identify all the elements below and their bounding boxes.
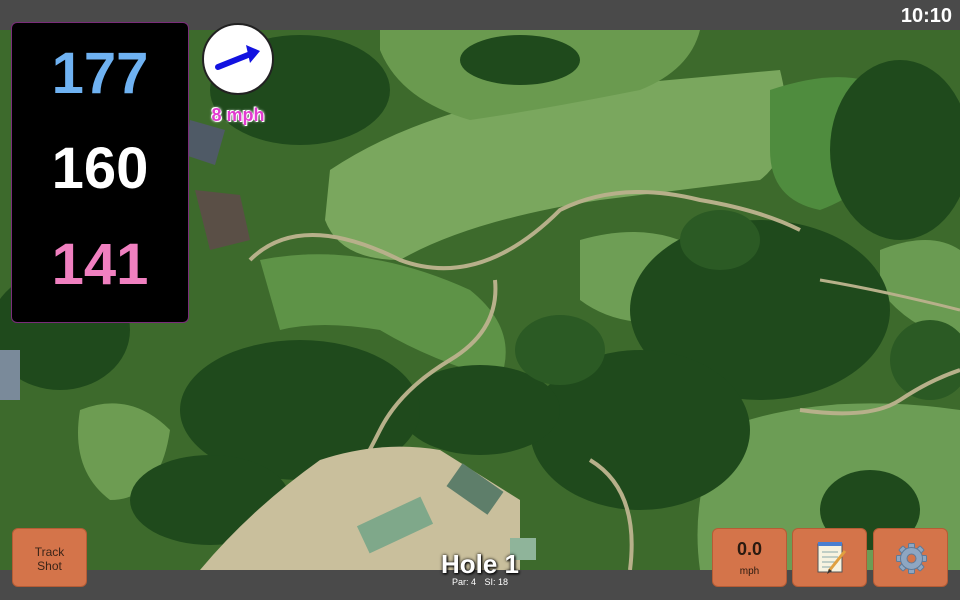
gear-icon	[896, 543, 927, 574]
wind-direction-arrow-icon	[215, 45, 260, 70]
settings-button[interactable]	[873, 528, 948, 587]
hole-info: Par: 4 SI: 18	[420, 577, 540, 587]
track-shot-label: Track Shot	[34, 545, 65, 573]
hole-stroke-index: SI: 18	[484, 577, 509, 587]
distance-front: 141	[51, 232, 149, 297]
hole-title: Hole 1	[440, 549, 520, 579]
wind-speed-button[interactable]: 0.0 mph	[712, 528, 787, 587]
wind-speed-unit: mph	[739, 566, 760, 577]
distance-panel: 177 160 141	[11, 22, 189, 323]
track-shot-button[interactable]: Track Shot	[12, 528, 87, 587]
distance-back: 177	[51, 41, 149, 106]
wind-indicator[interactable]	[202, 23, 274, 95]
notes-button[interactable]	[792, 528, 867, 587]
notepad-icon	[817, 542, 847, 574]
hole-par: Par: 4	[451, 577, 476, 587]
distance-middle: 160	[51, 136, 149, 201]
wind-speed-label: 8 mph	[211, 105, 265, 125]
clock: 10:10	[900, 5, 952, 27]
wind-speed-value: 0.0	[736, 539, 763, 559]
